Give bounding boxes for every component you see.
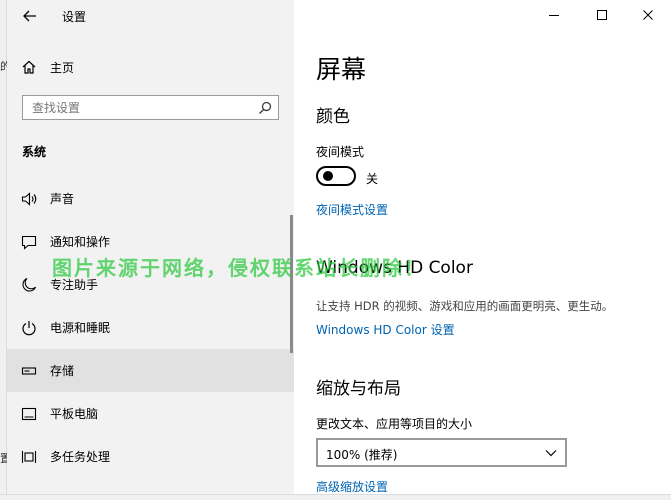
background-window-text: 的: [0, 60, 7, 73]
scale-dropdown-value: 100% (推荐): [326, 448, 398, 462]
sidebar-item-label: 电源和睡眠: [50, 321, 111, 335]
minimize-icon: [549, 15, 559, 16]
hdr-description: 让支持 HDR 的视频、游戏和应用的画面更明亮、更生动。: [316, 299, 614, 313]
search-input[interactable]: [32, 99, 252, 116]
scale-dropdown[interactable]: 100% (推荐): [316, 438, 567, 467]
tablet-icon: [21, 406, 37, 422]
sidebar-item-label: 通知和操作: [50, 235, 111, 249]
sidebar-item-focus-assist[interactable]: 专注助手: [7, 263, 294, 306]
app-title: 设置: [62, 10, 87, 24]
sidebar-item-multitasking[interactable]: 多任务处理: [7, 435, 294, 478]
toggle-knob: [323, 171, 333, 181]
page-title: 屏幕: [316, 55, 367, 84]
close-icon: [643, 10, 653, 20]
moon-icon: [21, 277, 37, 293]
maximize-icon: [597, 10, 607, 20]
section-title-color: 颜色: [316, 107, 350, 127]
arrow-left-icon: [23, 10, 36, 22]
storage-icon: [21, 363, 37, 379]
taskbar-edge: [0, 494, 671, 500]
sidebar-item-notifications[interactable]: 通知和操作: [7, 220, 294, 263]
main-panel: 屏幕 颜色 夜间模式 关 夜间模式设置 Windows HD Color 让支持…: [294, 0, 671, 494]
speaker-icon: [21, 191, 37, 207]
section-title-scale: 缩放与布局: [316, 379, 401, 399]
toggle-state-label: 关: [366, 172, 379, 186]
sidebar-scrollbar[interactable]: [290, 215, 293, 353]
maximize-button[interactable]: [579, 0, 625, 30]
power-icon: [21, 320, 37, 336]
scale-size-label: 更改文本、应用等项目的大小: [316, 417, 473, 431]
sidebar-item-home[interactable]: 主页: [7, 52, 294, 82]
notification-icon: [21, 234, 37, 250]
night-mode-toggle[interactable]: [316, 166, 356, 186]
background-window-edge: 的 置: [0, 0, 7, 500]
section-label-system: 系统: [22, 145, 47, 159]
sidebar-item-label: 专注助手: [50, 278, 99, 292]
sidebar: 设置 主页 系统 声音 通知和操作 专注助手 电源和睡眠: [7, 0, 294, 494]
night-mode-settings-link[interactable]: 夜间模式设置: [316, 201, 388, 218]
hdr-settings-link[interactable]: Windows HD Color 设置: [316, 321, 455, 338]
multitask-icon: [21, 449, 37, 465]
chevron-down-icon: [545, 450, 557, 457]
home-icon: [21, 59, 37, 75]
night-mode-label: 夜间模式: [316, 145, 365, 159]
sidebar-item-label: 声音: [50, 192, 75, 206]
background-window-text: 置: [0, 452, 7, 465]
sidebar-item-label: 主页: [50, 60, 75, 75]
section-title-hdr: Windows HD Color: [316, 258, 473, 278]
close-button[interactable]: [625, 0, 671, 30]
minimize-button[interactable]: [531, 0, 577, 30]
advanced-scaling-link[interactable]: 高级缩放设置: [316, 478, 388, 494]
search-box[interactable]: [22, 95, 279, 120]
sidebar-item-power-sleep[interactable]: 电源和睡眠: [7, 306, 294, 349]
sidebar-item-label: 存储: [50, 364, 75, 378]
back-button[interactable]: [19, 6, 41, 26]
search-icon[interactable]: [258, 101, 272, 115]
sidebar-item-tablet[interactable]: 平板电脑: [7, 392, 294, 435]
sidebar-item-label: 多任务处理: [50, 450, 111, 464]
sidebar-item-storage[interactable]: 存储: [7, 349, 294, 392]
sidebar-item-sound[interactable]: 声音: [7, 177, 294, 220]
sidebar-item-label: 平板电脑: [50, 407, 99, 421]
